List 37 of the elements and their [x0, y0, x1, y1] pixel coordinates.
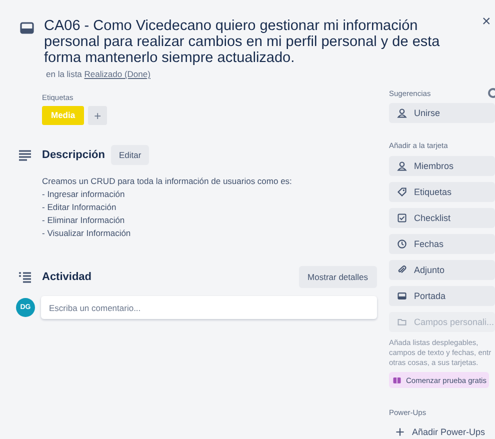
- settings-icon[interactable]: [487, 87, 495, 99]
- description-line: Creamos un CRUD para toda la información de usuarios como es:: [42, 175, 293, 188]
- activity-heading: Actividad: [42, 271, 92, 283]
- clock-icon: [397, 239, 407, 249]
- sidebar-button[interactable]: Checklist: [389, 208, 495, 228]
- description-heading: Descripción: [42, 149, 105, 161]
- sidebar-button[interactable]: Fechas: [389, 234, 495, 254]
- edit-button[interactable]: Editar: [110, 145, 150, 165]
- sidebar-button[interactable]: Etiquetas: [389, 182, 495, 202]
- list-link[interactable]: Realizado (Done): [84, 69, 150, 79]
- show-details-button[interactable]: Mostrar detalles: [298, 266, 377, 288]
- list-info: en la lista Realizado (Done): [46, 69, 152, 79]
- sidebar-button[interactable]: Adjunto: [389, 260, 495, 280]
- tag-icon: [397, 187, 407, 197]
- activity-icon: [18, 271, 32, 283]
- person-icon: [397, 161, 407, 171]
- gift-icon: [392, 375, 402, 385]
- checkbox-icon: [397, 213, 407, 223]
- folder-icon: [397, 317, 407, 327]
- comment-field[interactable]: Escriba un comentario...: [41, 296, 377, 319]
- close-button[interactable]: ×: [482, 14, 491, 29]
- add-label-button[interactable]: +: [88, 106, 108, 125]
- card-icon: [20, 22, 34, 34]
- add-power-ups-button[interactable]: Añadir Power-Ups: [389, 427, 495, 437]
- description-line: - Visualizar Información: [42, 227, 132, 240]
- person-icon: [397, 108, 407, 118]
- paperclip-icon: [397, 265, 407, 275]
- plus-icon: [395, 427, 405, 437]
- sidebar-button[interactable]: Miembros: [389, 156, 495, 176]
- cover-icon: [397, 291, 407, 301]
- card-title: CA06 - Como Vicedecano quiero gestionar mi información personal para realizar cambios en mi perfil personal y de esta forma mantenerlo siempre actualizado.: [44, 18, 441, 66]
- description-icon: [18, 149, 32, 161]
- sidebar-button[interactable]: Unirse: [389, 103, 495, 123]
- description-line: - Ingresar información: [42, 188, 126, 201]
- description-line: - Editar Información: [42, 201, 118, 214]
- sidebar-button[interactable]: Portada: [389, 286, 495, 306]
- description-line: - Eliminar Información: [42, 214, 126, 227]
